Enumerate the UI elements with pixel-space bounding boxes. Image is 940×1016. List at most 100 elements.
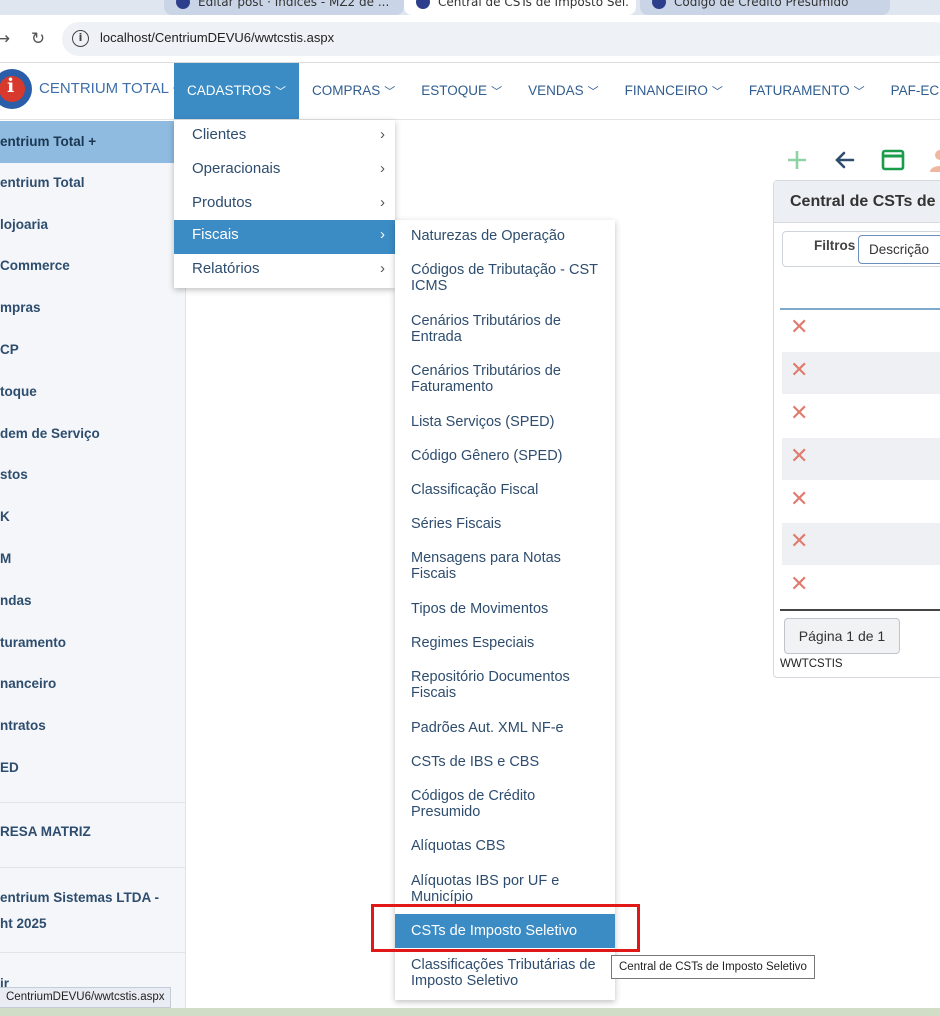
delete-icon[interactable]: ✕ [790, 317, 808, 339]
filter-select[interactable]: Descrição [858, 235, 940, 264]
browser-tab-active[interactable]: Central de CSTs de Imposto Sel... [404, 0, 636, 15]
chevron-down-icon: ﹀ [587, 86, 599, 98]
panel-title: Central de CSTs de [790, 193, 936, 210]
favicon-icon [652, 0, 666, 9]
grid-footer-line [780, 609, 940, 611]
submenu-item[interactable]: Regimes Especiais [395, 635, 615, 651]
submenu-item[interactable]: Naturezas de Operação [395, 228, 615, 244]
user-icon[interactable] [928, 146, 940, 174]
chevron-down-icon: ﹀ [275, 86, 287, 98]
menu-item-produtos[interactable]: Produtos › [174, 188, 395, 222]
cst-panel: Central de CSTs de Filtros Descrição ✕ ✕… [773, 180, 940, 678]
table-row: ✕ [782, 352, 940, 394]
browser-tab-title: Código de Crédito Presumido [674, 0, 849, 9]
filter-label[interactable]: Filtros [814, 238, 855, 253]
sidebar-item[interactable]: turamento [0, 635, 186, 650]
topmenu-compras[interactable]: COMPRAS ﹀ [299, 63, 408, 119]
submenu-item[interactable]: Códigos de Tributação - CST ICMS [395, 262, 615, 294]
menu-item-operacionais[interactable]: Operacionais › [174, 154, 395, 188]
sidebar-item[interactable]: entrium Total + [0, 121, 186, 163]
delete-icon[interactable]: ✕ [790, 360, 808, 382]
topmenu-financeiro[interactable]: FINANCEIRO ﹀ [612, 63, 736, 119]
top-menu: CADASTROS ﹀ COMPRAS ﹀ ESTOQUE ﹀ VENDAS ﹀ FIN… [174, 63, 940, 119]
browser-toolbar: → ↻ i localhost/CentriumDEVU6/wwtcstis.a… [0, 15, 940, 63]
submenu-item[interactable]: Lista Serviços (SPED) [395, 414, 615, 430]
submenu-item[interactable]: Mensagens para Notas Fiscais [395, 550, 615, 582]
taskbar-strip [0, 1008, 940, 1016]
delete-icon[interactable]: ✕ [790, 489, 808, 511]
chevron-right-icon: › [380, 226, 385, 243]
brand-name[interactable]: CENTRIUM TOTAL + [39, 80, 181, 97]
submenu-item[interactable]: Código Gênero (SPED) [395, 448, 615, 464]
sidebar-item[interactable]: ndas [0, 593, 186, 608]
sidebar-divider [0, 802, 186, 803]
browser-tab[interactable]: Código de Crédito Presumido [640, 0, 890, 15]
plus-icon[interactable] [783, 146, 811, 174]
submenu-item[interactable]: Alíquotas CBS [395, 838, 615, 854]
menu-item-clientes[interactable]: Clientes › [174, 120, 395, 154]
sidebar-item[interactable]: lojoaria [0, 217, 186, 232]
browser-tab-title: Central de CSTs de Imposto Sel... [438, 0, 628, 9]
submenu-item[interactable]: Séries Fiscais [395, 516, 615, 532]
submenu-item[interactable]: Alíquotas IBS por UF e Município [395, 873, 615, 905]
sidebar-item[interactable]: stos [0, 467, 186, 482]
sidebar-item[interactable]: ntratos [0, 718, 186, 733]
topmenu-label: VENDAS [528, 83, 584, 98]
sidebar-item[interactable]: ED [0, 760, 186, 775]
window-icon[interactable] [879, 146, 907, 174]
sidebar-item[interactable]: entrium Total [0, 175, 186, 190]
copyright-line: entrium Sistemas LTDA - [0, 890, 160, 905]
sidebar-item[interactable]: toque [0, 384, 186, 399]
logo-icon[interactable]: i [0, 69, 32, 109]
forward-arrow-icon[interactable]: → [0, 28, 14, 50]
sidebar-item[interactable]: mpras [0, 300, 186, 315]
delete-icon[interactable]: ✕ [790, 531, 808, 553]
status-url: CentriumDEVU6/wwtcstis.aspx [0, 987, 172, 1008]
reload-icon[interactable]: ↻ [27, 28, 49, 50]
table-row: ✕ [782, 309, 940, 351]
chevron-right-icon: › [380, 160, 385, 177]
delete-icon[interactable]: ✕ [790, 446, 808, 468]
delete-icon[interactable]: ✕ [790, 574, 808, 596]
sidebar-item[interactable]: Commerce [0, 258, 186, 273]
url-text: localhost/CentriumDEVU6/wwtcstis.aspx [100, 30, 335, 45]
chevron-right-icon: › [380, 260, 385, 277]
topmenu-label: COMPRAS [312, 83, 381, 98]
submenu-item[interactable]: Classificações Tributárias de Imposto Se… [395, 957, 615, 989]
submenu-item[interactable]: Tipos de Movimentos [395, 601, 615, 617]
topmenu-estoque[interactable]: ESTOQUE ﹀ [408, 63, 515, 119]
menu-item-fiscais[interactable]: Fiscais › [174, 220, 395, 254]
topmenu-vendas[interactable]: VENDAS ﹀ [515, 63, 612, 119]
back-arrow-icon[interactable] [831, 146, 859, 174]
sidebar-item[interactable]: M [0, 551, 186, 566]
submenu-item[interactable]: CSTs de IBS e CBS [395, 754, 615, 770]
table-row: ✕ [782, 481, 940, 523]
submenu-item[interactable]: Códigos de Crédito Presumido [395, 788, 615, 820]
cadastros-menu: Clientes › Operacionais › Produtos › Fiscai… [174, 120, 395, 288]
submenu-item[interactable]: Cenários Tributários de Entrada [395, 313, 615, 345]
chevron-down-icon: ﹀ [491, 86, 503, 98]
sidebar-item[interactable]: K [0, 509, 186, 524]
pager-button[interactable]: Página 1 de 1 [784, 618, 900, 654]
submenu-item[interactable]: Cenários Tributários de Faturamento [395, 363, 615, 395]
submenu-item[interactable]: Padrões Aut. XML NF-e [395, 720, 615, 736]
topmenu-faturamento[interactable]: FATURAMENTO ﹀ [736, 63, 878, 119]
topmenu-label: CADASTROS [187, 83, 272, 98]
tooltip: Central de CSTs de Imposto Seletivo [611, 955, 815, 979]
submenu-item[interactable]: Repositório Documentos Fiscais [395, 669, 615, 701]
sidebar-item[interactable]: dem de Serviço [0, 426, 186, 441]
program-name: WWTCSTIS [780, 658, 843, 670]
topmenu-paf-ecf[interactable]: PAF-ECF﹀ [878, 63, 940, 119]
sidebar-item[interactable]: CP [0, 342, 186, 357]
sidebar: entrium Total + entrium Total lojoaria C… [0, 121, 186, 1016]
sidebar-item[interactable]: nanceiro [0, 676, 186, 691]
menu-item-relatorios[interactable]: Relatórios › [174, 254, 395, 288]
browser-tab[interactable]: Editar post · Índices - MZ2 de ... [164, 0, 404, 15]
submenu-item[interactable]: Classificação Fiscal [395, 482, 615, 498]
delete-icon[interactable]: ✕ [790, 403, 808, 425]
info-icon[interactable]: i [72, 30, 89, 47]
menu-item-label: Clientes [192, 126, 247, 143]
address-bar[interactable]: i localhost/CentriumDEVU6/wwtcstis.aspx [62, 22, 940, 56]
chevron-right-icon: › [380, 194, 385, 211]
topmenu-cadastros[interactable]: CADASTROS ﹀ [174, 63, 300, 119]
